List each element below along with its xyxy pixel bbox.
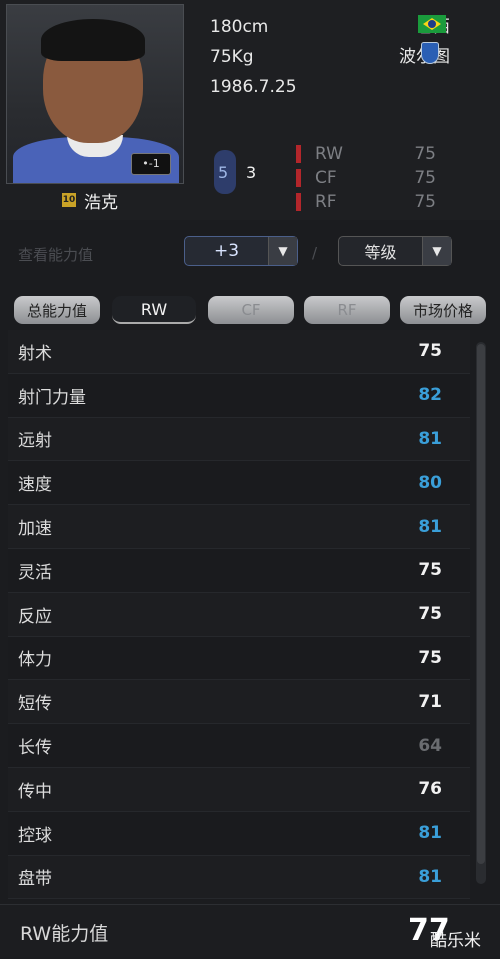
attribute-value: 75 <box>418 647 442 668</box>
attribute-row: 远射 81 <box>8 417 470 462</box>
attribute-name: 远射 <box>18 431 52 452</box>
physical-info: 180cm 75Kg 1986.7.25 <box>210 12 297 102</box>
attribute-value: 75 <box>418 341 442 362</box>
player-name-row: 10 浩克 <box>62 188 118 213</box>
tab-cf[interactable]: CF <box>208 296 294 324</box>
attribute-name: 射术 <box>18 343 52 364</box>
attribute-value: 71 <box>418 691 442 712</box>
attribute-value: 81 <box>418 866 442 887</box>
attribute-name: 加速 <box>18 519 52 540</box>
position-value: 75 <box>414 168 436 188</box>
attribute-name: 灵活 <box>18 562 52 583</box>
attribute-value: 75 <box>418 604 442 625</box>
attribute-name: 体力 <box>18 650 52 671</box>
position-row: RF 75 <box>296 190 436 214</box>
scrollbar[interactable] <box>476 342 486 884</box>
attribute-value: 75 <box>418 560 442 581</box>
position-bar <box>296 145 301 163</box>
tab-rw[interactable]: RW <box>112 296 196 324</box>
attribute-name: 传中 <box>18 781 52 802</box>
scroll-thumb[interactable] <box>477 344 485 864</box>
left-foot-value: 5 <box>218 163 229 182</box>
grade-value: 等级 <box>364 243 397 262</box>
attribute-row: 传中 76 <box>8 767 470 812</box>
position-list: RW 75 CF 75 RF 75 <box>296 142 436 214</box>
attribute-name: 短传 <box>18 694 52 715</box>
tab-total[interactable]: 总能力值 <box>14 296 100 324</box>
attribute-value: 64 <box>418 735 442 756</box>
attribute-name: 盘带 <box>18 869 52 890</box>
number-badge: 10 <box>62 193 76 207</box>
position-rating-row: RW能力值 77 <box>0 904 500 957</box>
attribute-row: 体力 75 <box>8 636 470 681</box>
stat-tabs: 总能力值 RW CF RF 市场价格 <box>0 294 500 330</box>
position-name: RW <box>315 144 343 164</box>
attribute-value: 80 <box>418 472 442 493</box>
attribute-row: 射门力量 82 <box>8 373 470 418</box>
attribute-value: 76 <box>418 779 442 800</box>
attribute-row: 速度 80 <box>8 461 470 506</box>
brazil-flag-icon <box>418 15 446 33</box>
player-header: •-1 10 浩克 180cm 75Kg 1986.7.25 巴西 波尔图 5 … <box>0 0 500 220</box>
level-selector-row: 查看能力值 +3 ▼ / 等级 ▼ <box>0 230 500 276</box>
player-birth: 1986.7.25 <box>210 77 297 97</box>
attribute-name: 控球 <box>18 825 52 846</box>
position-name: CF <box>315 168 337 188</box>
upgrade-level-value: +3 <box>213 241 240 261</box>
attribute-list[interactable]: 射术 75 射门力量 82 远射 81 速度 80 加速 81 灵活 75 反应 75 体力 75 短传 71 长传… <box>8 330 470 900</box>
attribute-row: 控球 81 <box>8 811 470 856</box>
attribute-row: 射术 75 <box>8 330 470 374</box>
tab-rf[interactable]: RF <box>304 296 390 324</box>
photo-badge: •-1 <box>131 153 171 175</box>
tab-market-price[interactable]: 市场价格 <box>400 296 486 324</box>
chevron-down-icon[interactable]: ▼ <box>422 237 451 265</box>
watermark: 酷乐米 <box>430 931 481 951</box>
position-value: 75 <box>414 144 436 164</box>
player-weight: 75Kg <box>210 47 254 67</box>
position-bar <box>296 169 301 187</box>
attribute-row: 反应 75 <box>8 592 470 637</box>
grade-dropdown[interactable]: 等级 ▼ <box>338 236 452 266</box>
attribute-name: 反应 <box>18 606 52 627</box>
position-name: RF <box>315 192 337 212</box>
position-row: CF 75 <box>296 166 436 190</box>
attribute-value: 82 <box>418 385 442 406</box>
chevron-down-icon[interactable]: ▼ <box>268 237 297 265</box>
attribute-row: 加速 81 <box>8 505 470 549</box>
player-photo: •-1 <box>6 4 184 184</box>
view-ability-label: 查看能力值 <box>18 246 94 264</box>
club-logo-icon <box>421 42 439 64</box>
position-value: 75 <box>414 192 436 212</box>
attribute-row: 长传 64 <box>8 724 470 768</box>
player-name: 浩克 <box>84 192 118 213</box>
attribute-row: 短传 71 <box>8 680 470 725</box>
attribute-value: 81 <box>418 516 442 537</box>
attribute-name: 射门力量 <box>18 387 86 408</box>
position-row: RW 75 <box>296 142 436 166</box>
player-height: 180cm <box>210 17 269 37</box>
attribute-name: 长传 <box>18 738 52 759</box>
upgrade-level-dropdown[interactable]: +3 ▼ <box>184 236 298 266</box>
attribute-row: 灵活 75 <box>8 548 470 593</box>
position-rating-label: RW能力值 <box>20 923 109 945</box>
attribute-value: 81 <box>418 823 442 844</box>
position-bar <box>296 193 301 211</box>
attribute-name: 速度 <box>18 475 52 496</box>
hair-shape <box>41 19 145 61</box>
attribute-row: 盘带 81 <box>8 855 470 900</box>
right-foot-value: 3 <box>246 163 257 182</box>
separator: / <box>312 244 318 262</box>
attribute-value: 81 <box>418 428 442 449</box>
